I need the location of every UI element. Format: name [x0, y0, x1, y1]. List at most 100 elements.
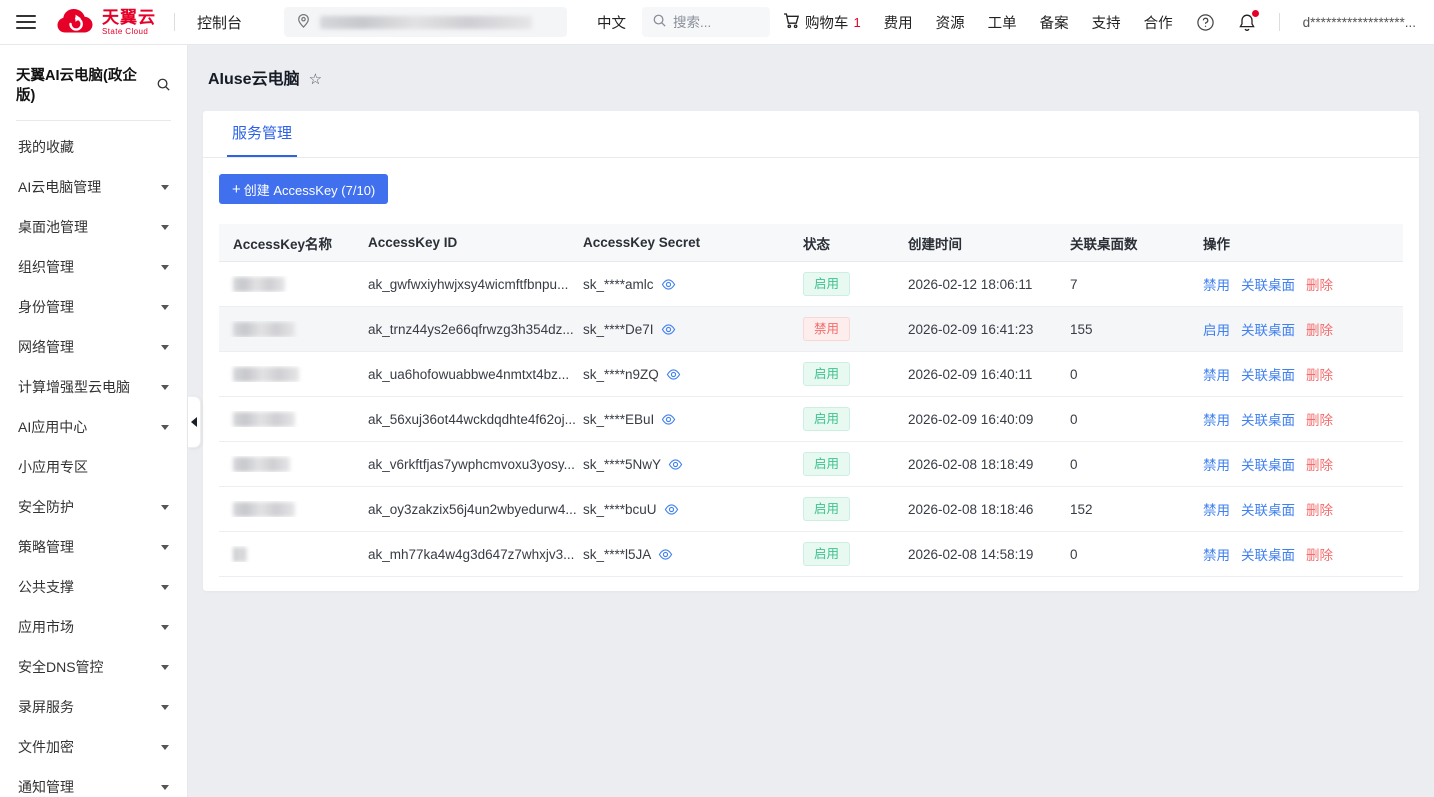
sidebar-search-icon[interactable] [156, 77, 171, 95]
sidebar-item-public-support[interactable]: 公共支撑 [0, 567, 187, 607]
disable-link[interactable]: 禁用 [1203, 544, 1230, 564]
help-icon[interactable] [1196, 13, 1215, 32]
disable-link[interactable]: 禁用 [1203, 499, 1230, 519]
reveal-secret-eye-icon[interactable] [664, 502, 679, 517]
sidebar-item-favorites[interactable]: 我的收藏 [0, 127, 187, 167]
nav-item-resources[interactable]: 资源 [936, 12, 965, 33]
search-icon [652, 13, 667, 31]
delete-link[interactable]: 删除 [1306, 499, 1333, 519]
global-search[interactable] [642, 7, 770, 37]
sidebar-item-secure-dns[interactable]: 安全DNS管控 [0, 647, 187, 687]
console-link[interactable]: 控制台 [197, 12, 242, 33]
sidebar-item-policy[interactable]: 策略管理 [0, 527, 187, 567]
created-time: 2026-02-09 16:41:23 [908, 322, 1070, 337]
associate-desktop-link[interactable]: 关联桌面 [1241, 409, 1295, 429]
enable-link[interactable]: 启用 [1203, 319, 1230, 339]
accesskey-name-redacted [233, 277, 285, 292]
nav-item-tickets[interactable]: 工单 [988, 12, 1017, 33]
associate-desktop-link[interactable]: 关联桌面 [1241, 544, 1295, 564]
hamburger-menu-icon[interactable] [16, 15, 36, 29]
notifications-bell-icon[interactable] [1238, 13, 1256, 32]
location-pin-icon [296, 13, 311, 32]
delete-link[interactable]: 删除 [1306, 409, 1333, 429]
reveal-secret-eye-icon[interactable] [668, 457, 683, 472]
sidebar-item-mini-app-zone[interactable]: 小应用专区 [0, 447, 187, 487]
associate-desktop-link[interactable]: 关联桌面 [1241, 499, 1295, 519]
delete-link[interactable]: 删除 [1306, 274, 1333, 294]
username-menu[interactable]: d******************... [1303, 15, 1416, 30]
nav-item-costs[interactable]: 费用 [884, 12, 913, 33]
divider [1279, 13, 1280, 31]
chevron-down-icon [161, 225, 169, 230]
chevron-down-icon [161, 265, 169, 270]
accesskey-id: ak_mh77ka4w4g3d647z7whxjv3... [368, 547, 583, 562]
status-badge: 启用 [803, 452, 850, 477]
sidebar-item-identity[interactable]: 身份管理 [0, 287, 187, 327]
status-badge: 启用 [803, 542, 850, 567]
associate-desktop-link[interactable]: 关联桌面 [1241, 319, 1295, 339]
disable-link[interactable]: 禁用 [1203, 409, 1230, 429]
sidebar-item-organization[interactable]: 组织管理 [0, 247, 187, 287]
desktop-count: 7 [1070, 277, 1203, 292]
sidebar-item-app-market[interactable]: 应用市场 [0, 607, 187, 647]
region-selector[interactable] [284, 7, 567, 37]
accesskey-secret: sk_****l5JA [583, 547, 651, 562]
disable-link[interactable]: 禁用 [1203, 274, 1230, 294]
sidebar-item-screen-recording[interactable]: 录屏服务 [0, 687, 187, 727]
delete-link[interactable]: 删除 [1306, 364, 1333, 384]
create-accesskey-button[interactable]: + 创建 AccessKey (7/10) [219, 174, 388, 204]
accesskey-name-redacted [233, 457, 290, 472]
cart-count-badge: 1 [853, 15, 860, 30]
desktop-count: 155 [1070, 322, 1203, 337]
tab-service-management[interactable]: 服务管理 [227, 122, 297, 157]
reveal-secret-eye-icon[interactable] [661, 277, 676, 292]
sidebar-item-network[interactable]: 网络管理 [0, 327, 187, 367]
status-badge: 启用 [803, 407, 850, 432]
nav-item-filing[interactable]: 备案 [1040, 12, 1069, 33]
favorite-star-icon[interactable]: ☆ [309, 69, 322, 91]
desktop-count: 152 [1070, 502, 1203, 517]
chevron-down-icon [161, 545, 169, 550]
accesskey-secret: sk_****De7I [583, 322, 654, 337]
language-switcher[interactable]: 中文 [597, 12, 626, 33]
delete-link[interactable]: 删除 [1306, 544, 1333, 564]
plus-icon: + [232, 181, 241, 198]
desktop-count: 0 [1070, 367, 1203, 382]
delete-link[interactable]: 删除 [1306, 319, 1333, 339]
accesskey-id: ak_v6rkftfjas7ywphcmvoxu3yosy... [368, 457, 583, 472]
associate-desktop-link[interactable]: 关联桌面 [1241, 364, 1295, 384]
accesskey-table: AccessKey名称 AccessKey ID AccessKey Secre… [219, 224, 1403, 577]
accesskey-name-redacted [233, 367, 299, 382]
disable-link[interactable]: 禁用 [1203, 454, 1230, 474]
sidebar-item-security-protection[interactable]: 安全防护 [0, 487, 187, 527]
associate-desktop-link[interactable]: 关联桌面 [1241, 274, 1295, 294]
sidebar-collapse-handle[interactable] [188, 396, 201, 448]
brand-logo[interactable]: 天翼云 State Cloud [56, 7, 156, 38]
reveal-secret-eye-icon[interactable] [661, 322, 676, 337]
reveal-secret-eye-icon[interactable] [658, 547, 673, 562]
sidebar-item-file-encryption[interactable]: 文件加密 [0, 727, 187, 767]
nav-item-cooperation[interactable]: 合作 [1144, 12, 1173, 33]
accesskey-secret: sk_****5NwY [583, 457, 661, 472]
reveal-secret-eye-icon[interactable] [661, 412, 676, 427]
disable-link[interactable]: 禁用 [1203, 364, 1230, 384]
sidebar-item-desktop-pool[interactable]: 桌面池管理 [0, 207, 187, 247]
search-input[interactable] [673, 15, 757, 30]
cart-link[interactable]: 购物车 1 [783, 12, 861, 33]
delete-link[interactable]: 删除 [1306, 454, 1333, 474]
associate-desktop-link[interactable]: 关联桌面 [1241, 454, 1295, 474]
nav-item-support[interactable]: 支持 [1092, 12, 1121, 33]
sidebar-item-ai-app-center[interactable]: AI应用中心 [0, 407, 187, 447]
top-navigation-bar: 天翼云 State Cloud 控制台 中文 [0, 0, 1434, 45]
sidebar-item-ai-pc-management[interactable]: AI云电脑管理 [0, 167, 187, 207]
cart-label: 购物车 [805, 12, 849, 33]
accesskey-id: ak_trnz44ys2e66qfrwzg3h354dz... [368, 322, 583, 337]
accesskey-secret: sk_****EBuI [583, 412, 654, 427]
chevron-down-icon [161, 505, 169, 510]
reveal-secret-eye-icon[interactable] [666, 367, 681, 382]
sidebar-item-notification[interactable]: 通知管理 [0, 767, 187, 797]
desktop-count: 0 [1070, 457, 1203, 472]
sidebar-item-compute-enhanced[interactable]: 计算增强型云电脑 [0, 367, 187, 407]
column-header-actions: 操作 [1203, 233, 1403, 253]
chevron-down-icon [161, 425, 169, 430]
